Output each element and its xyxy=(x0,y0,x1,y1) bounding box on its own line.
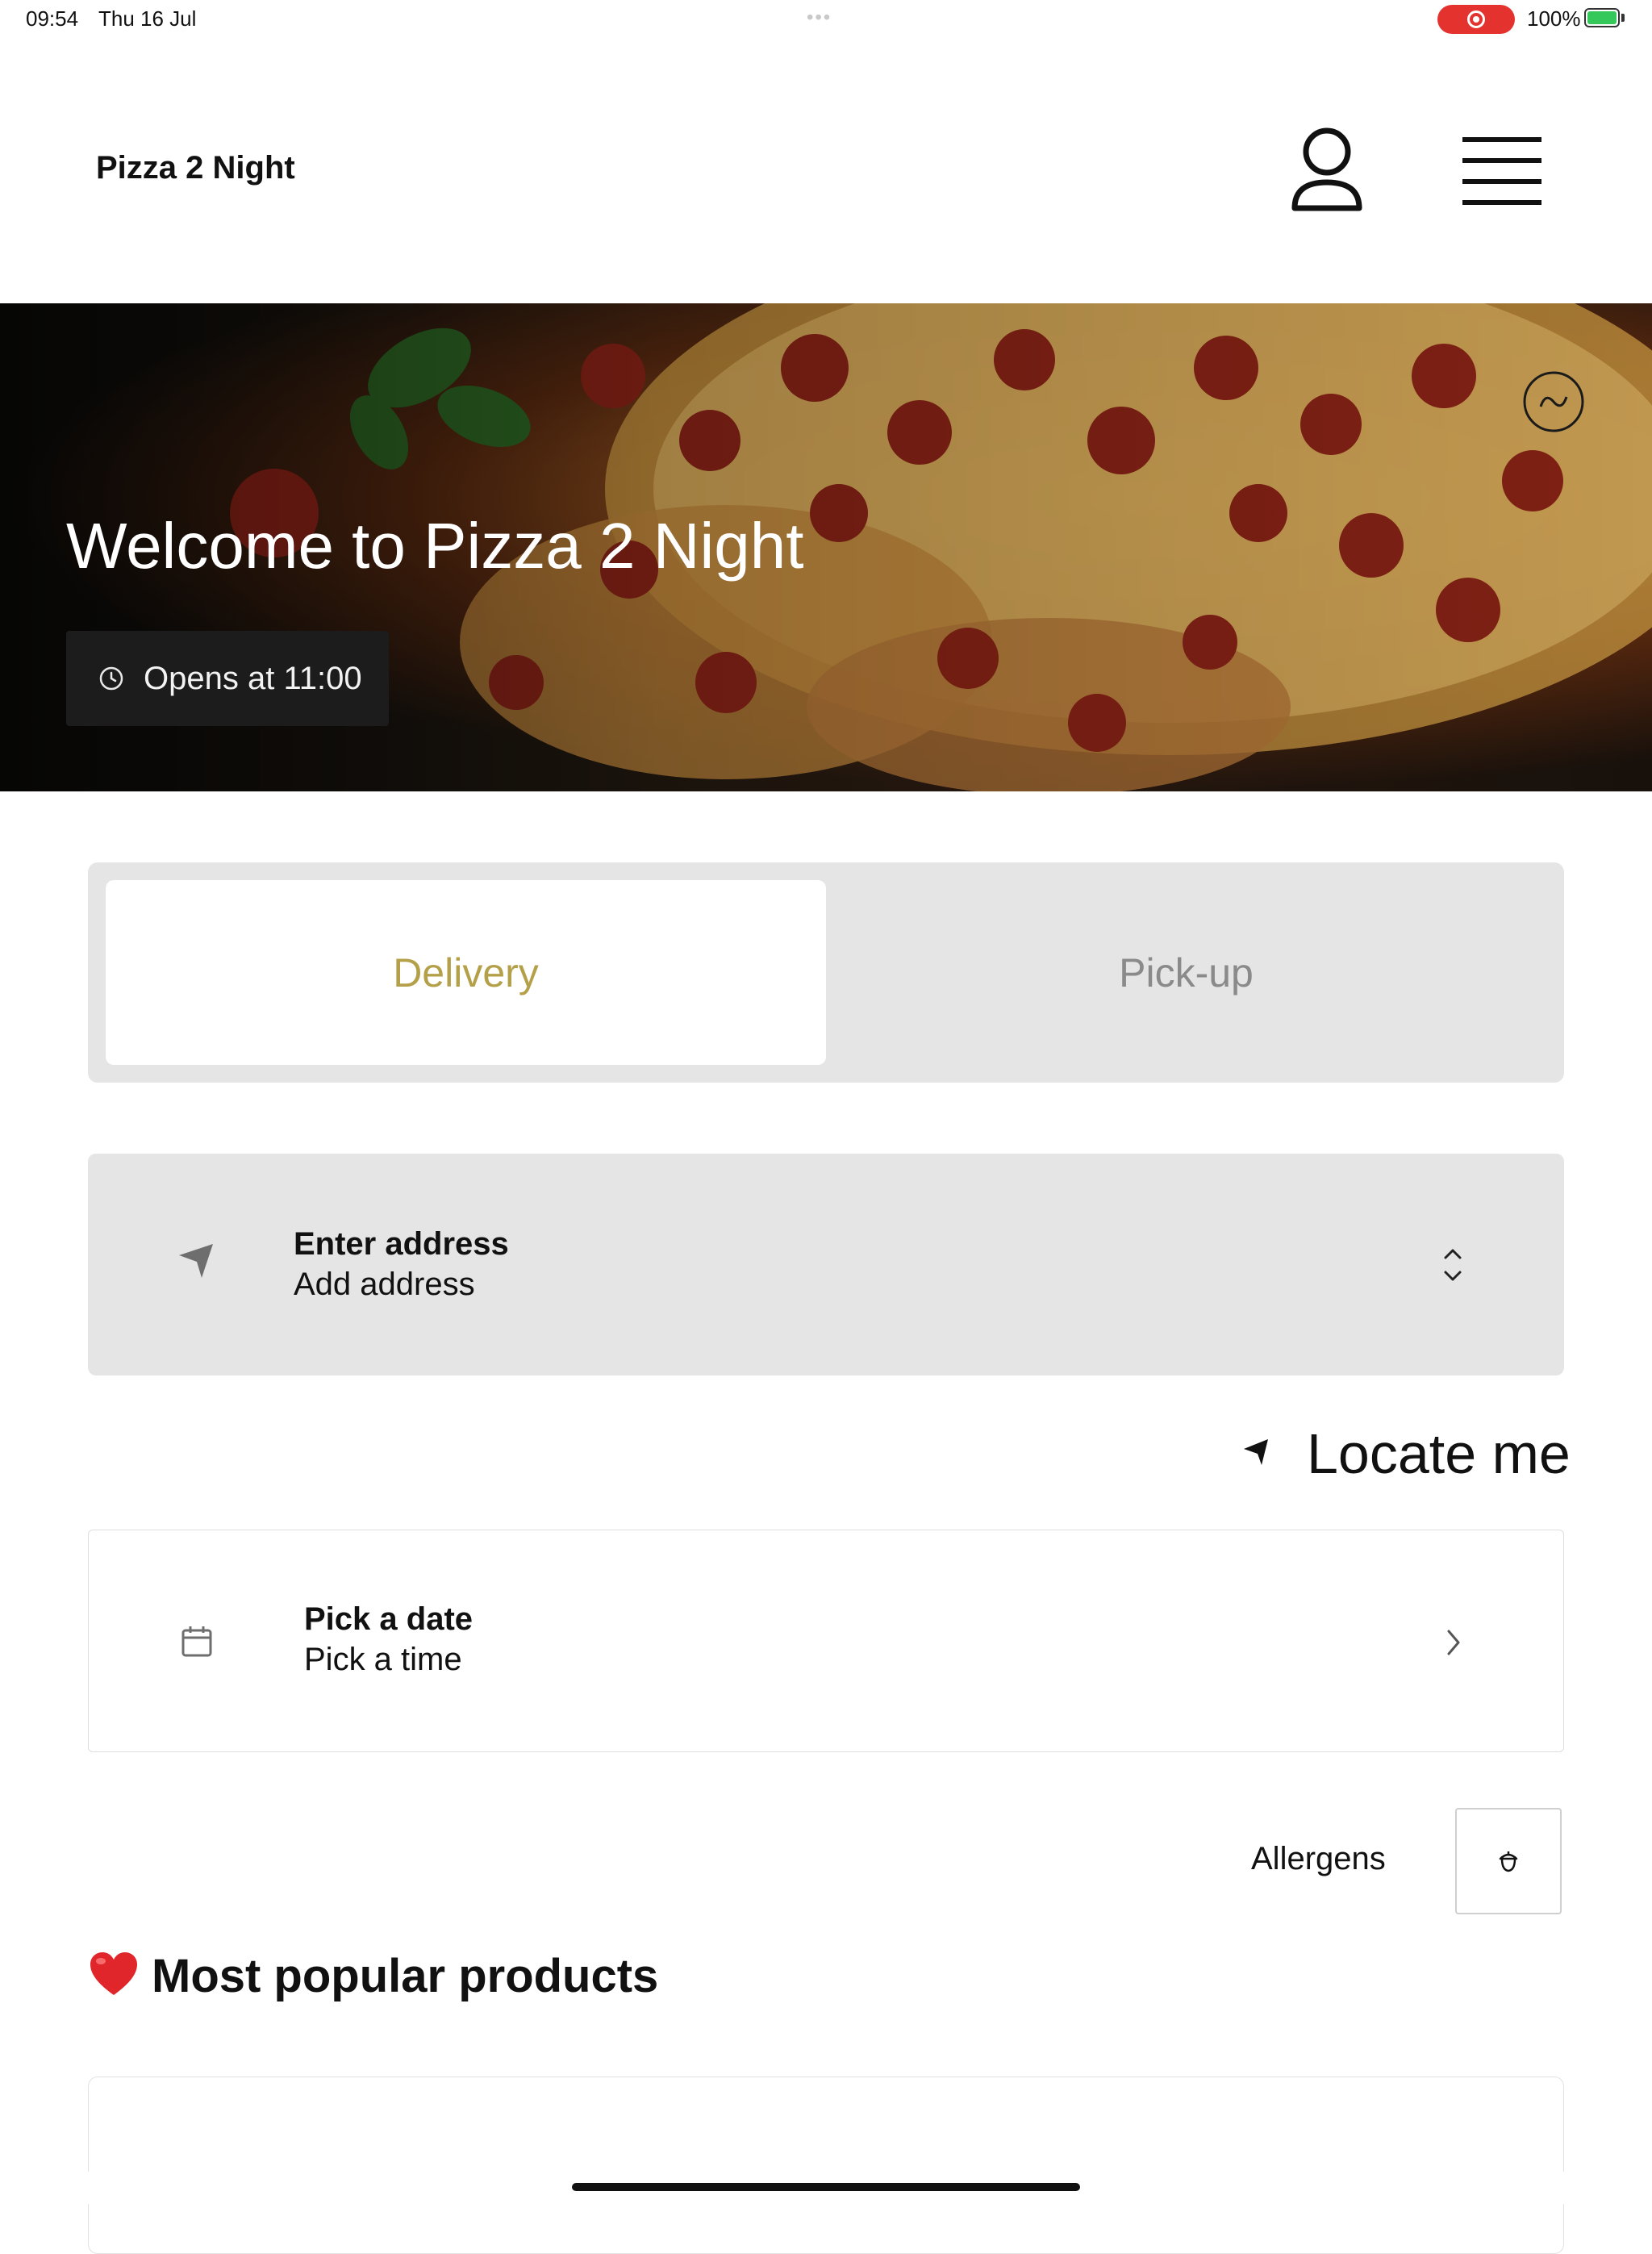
user-icon xyxy=(1291,127,1362,211)
brand-name[interactable]: Pizza 2 Night xyxy=(96,150,295,186)
home-indicator[interactable] xyxy=(572,2183,1080,2191)
menu-button[interactable] xyxy=(1458,129,1547,210)
hero-banner: Welcome to Pizza 2 Night Opens at 11:00 xyxy=(0,303,1652,791)
hero-title: Welcome to Pizza 2 Night xyxy=(66,510,804,582)
clock-icon xyxy=(99,666,123,691)
product-card[interactable] xyxy=(88,2077,1564,2254)
heart-icon xyxy=(90,1952,137,1995)
tab-pick-up[interactable]: Pick-up xyxy=(826,880,1546,1065)
multitasking-dots-icon[interactable]: ••• xyxy=(807,6,832,29)
battery-icon xyxy=(1584,8,1620,27)
address-selector[interactable] xyxy=(88,1154,1564,1375)
locate-me-button[interactable]: Locate me xyxy=(1307,1421,1571,1486)
time-subtitle: Pick a time xyxy=(304,1642,462,1677)
account-button[interactable] xyxy=(1287,121,1367,218)
battery-nub xyxy=(1621,14,1625,22)
status-time: 09:54 xyxy=(26,6,79,31)
location-arrow-icon xyxy=(179,1244,213,1278)
tab-delivery[interactable]: Delivery xyxy=(106,880,826,1065)
status-date: Thu 16 Jul xyxy=(98,6,197,31)
battery-percent: 100% xyxy=(1527,6,1581,31)
locate-arrow-icon[interactable] xyxy=(1241,1436,1273,1468)
chevron-up-down-icon[interactable] xyxy=(1441,1245,1465,1285)
allergen-acorn-icon xyxy=(1499,1851,1518,1872)
calendar-icon xyxy=(181,1626,212,1657)
address-title: Enter address xyxy=(294,1226,509,1262)
allergens-label: Allergens xyxy=(1251,1841,1386,1876)
chevron-right-icon xyxy=(1447,1630,1460,1655)
date-time-selector[interactable] xyxy=(88,1530,1564,1752)
opening-hours-text: Opens at 11:00 xyxy=(144,660,362,696)
restaurant-logo xyxy=(1521,369,1586,434)
screen-recording-indicator[interactable] xyxy=(1437,5,1515,34)
menu-icon xyxy=(1462,137,1541,205)
popular-products-heading: Most popular products xyxy=(152,1950,659,2002)
address-subtitle: Add address xyxy=(294,1267,475,1302)
opening-hours-badge: Opens at 11:00 xyxy=(66,631,389,726)
date-title: Pick a date xyxy=(304,1601,473,1637)
allergens-button[interactable] xyxy=(1455,1808,1562,1914)
